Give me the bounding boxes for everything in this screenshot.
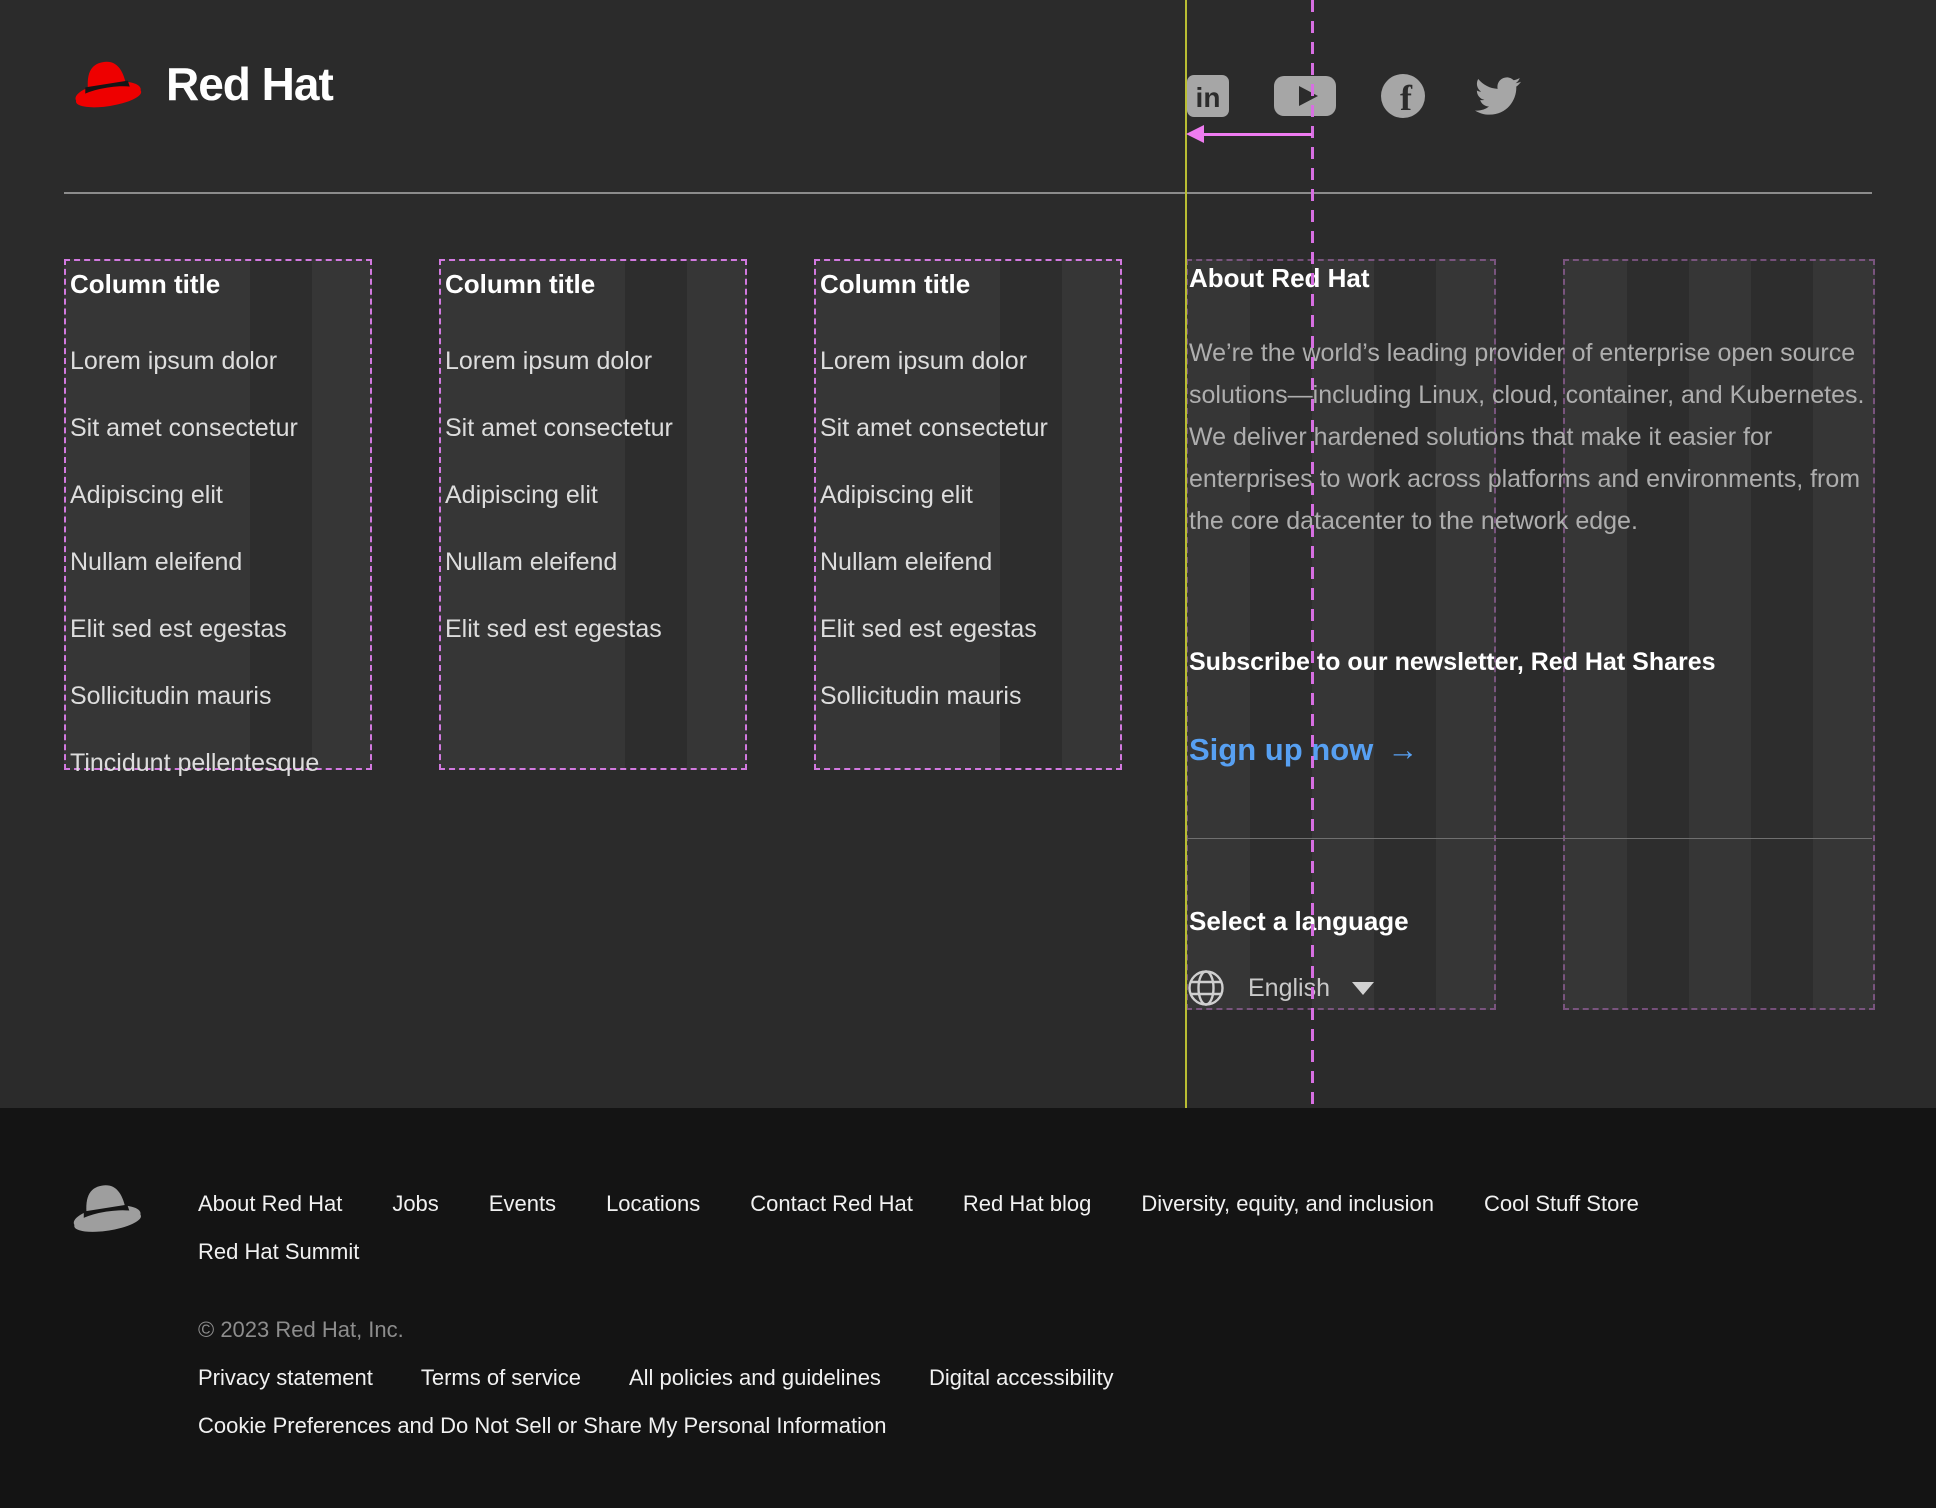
footer-column-1: Column title Lorem ipsum dolor Sit amet … — [64, 259, 372, 776]
copyright-text: © 2023 Red Hat, Inc. — [198, 1317, 404, 1342]
bottom-nav-link[interactable]: Jobs — [392, 1191, 438, 1217]
column-title: Column title — [70, 269, 221, 299]
bottom-nav-link[interactable]: Red Hat blog — [963, 1191, 1091, 1217]
measurement-arrow-head — [1186, 125, 1204, 143]
about-heading: About Red Hat — [1189, 263, 1370, 293]
footer-link[interactable]: Sit amet consectetur — [445, 416, 745, 441]
twitter-icon[interactable] — [1470, 73, 1526, 119]
footer-link[interactable]: Adipiscing elit — [445, 483, 745, 508]
language-heading: Select a language — [1189, 906, 1409, 936]
legal-link[interactable]: Terms of service — [421, 1365, 581, 1391]
header-divider — [64, 192, 1872, 194]
language-selector[interactable]: English — [1186, 968, 1374, 1008]
column-links: Lorem ipsum dolor Sit amet consectetur A… — [441, 349, 745, 642]
footer-link[interactable]: Elit sed est egestas — [70, 617, 370, 642]
chevron-down-icon — [1352, 981, 1374, 995]
bottom-nav-link[interactable]: Events — [489, 1191, 556, 1217]
youtube-icon[interactable] — [1274, 74, 1336, 118]
redhat-fedora-icon — [75, 61, 142, 108]
footer-link[interactable]: Lorem ipsum dolor — [820, 349, 1120, 374]
redhat-logo[interactable]: Red Hat — [64, 52, 334, 116]
footer-link[interactable]: Nullam eleifend — [445, 550, 745, 575]
footer-column-2: Column title Lorem ipsum dolor Sit amet … — [439, 259, 747, 770]
footer-link[interactable]: Elit sed est egestas — [445, 617, 745, 642]
footer-link[interactable]: Nullam eleifend — [820, 550, 1120, 575]
footer-link[interactable]: Sollicitudin mauris — [820, 684, 1120, 709]
cookie-preferences-link[interactable]: Cookie Preferences and Do Not Sell or Sh… — [198, 1413, 886, 1439]
signup-link[interactable]: Sign up now → — [1189, 732, 1418, 768]
bottom-nav-link[interactable]: About Red Hat — [198, 1191, 342, 1217]
redhat-footer-design-spec: Red Hat in f Column title Lorem ipsum do… — [0, 0, 1936, 1508]
legal-links-row: Privacy statement Terms of service All p… — [198, 1365, 1114, 1391]
footer-link[interactable]: Adipiscing elit — [70, 483, 370, 508]
linkedin-icon[interactable]: in — [1186, 74, 1230, 118]
about-paragraph: We’re the world’s leading provider of en… — [1189, 339, 1865, 535]
footer-link[interactable]: Elit sed est egestas — [820, 617, 1120, 642]
fedora-gray-icon — [73, 1185, 141, 1232]
facebook-icon[interactable]: f — [1380, 73, 1426, 119]
footer-link[interactable]: Sit amet consectetur — [820, 416, 1120, 441]
bottom-nav-row-1: About Red Hat Jobs Events Locations Cont… — [198, 1191, 1639, 1217]
footer-link[interactable]: Lorem ipsum dolor — [445, 349, 745, 374]
legal-link[interactable]: All policies and guidelines — [629, 1365, 881, 1391]
bottom-nav-link[interactable]: Cool Stuff Store — [1484, 1191, 1639, 1217]
bottom-nav-link[interactable]: Diversity, equity, and inclusion — [1141, 1191, 1434, 1217]
footer-link[interactable]: Adipiscing elit — [820, 483, 1120, 508]
newsletter-heading: Subscribe to our newsletter, Red Hat Sha… — [1189, 648, 1716, 676]
svg-text:f: f — [1400, 78, 1413, 118]
bottom-nav-link[interactable]: Contact Red Hat — [750, 1191, 913, 1217]
logo-wordmark: Red Hat — [166, 58, 334, 110]
footer-link[interactable]: Sit amet consectetur — [70, 416, 370, 441]
legal-link[interactable]: Digital accessibility — [929, 1365, 1114, 1391]
newsletter-divider — [1186, 838, 1872, 839]
footer-link[interactable]: Tincidunt pellentesque — [70, 751, 370, 776]
footer-link[interactable]: Nullam eleifend — [70, 550, 370, 575]
legal-link[interactable]: Privacy statement — [198, 1365, 373, 1391]
measurement-arrow — [1202, 133, 1312, 136]
selected-language: English — [1248, 973, 1330, 1002]
footer-column-3: Column title Lorem ipsum dolor Sit amet … — [814, 259, 1122, 770]
globe-icon — [1188, 970, 1224, 1006]
signup-label: Sign up now — [1189, 732, 1374, 767]
column-links: Lorem ipsum dolor Sit amet consectetur A… — [816, 349, 1120, 709]
arrow-right-icon: → — [1387, 732, 1419, 767]
legal-footer-bar: About Red Hat Jobs Events Locations Cont… — [0, 1108, 1936, 1508]
social-links: in f — [1186, 72, 1526, 120]
footer-link[interactable]: Lorem ipsum dolor — [70, 349, 370, 374]
column-links: Lorem ipsum dolor Sit amet consectetur A… — [66, 349, 370, 776]
bottom-nav-link[interactable]: Red Hat Summit — [198, 1239, 359, 1265]
bottom-nav-row-2: Red Hat Summit — [198, 1239, 359, 1265]
svg-text:in: in — [1196, 82, 1221, 113]
column-title: Column title — [445, 269, 596, 299]
bottom-nav-link[interactable]: Locations — [606, 1191, 700, 1217]
footer-link[interactable]: Sollicitudin mauris — [70, 684, 370, 709]
column-title: Column title — [820, 269, 971, 299]
